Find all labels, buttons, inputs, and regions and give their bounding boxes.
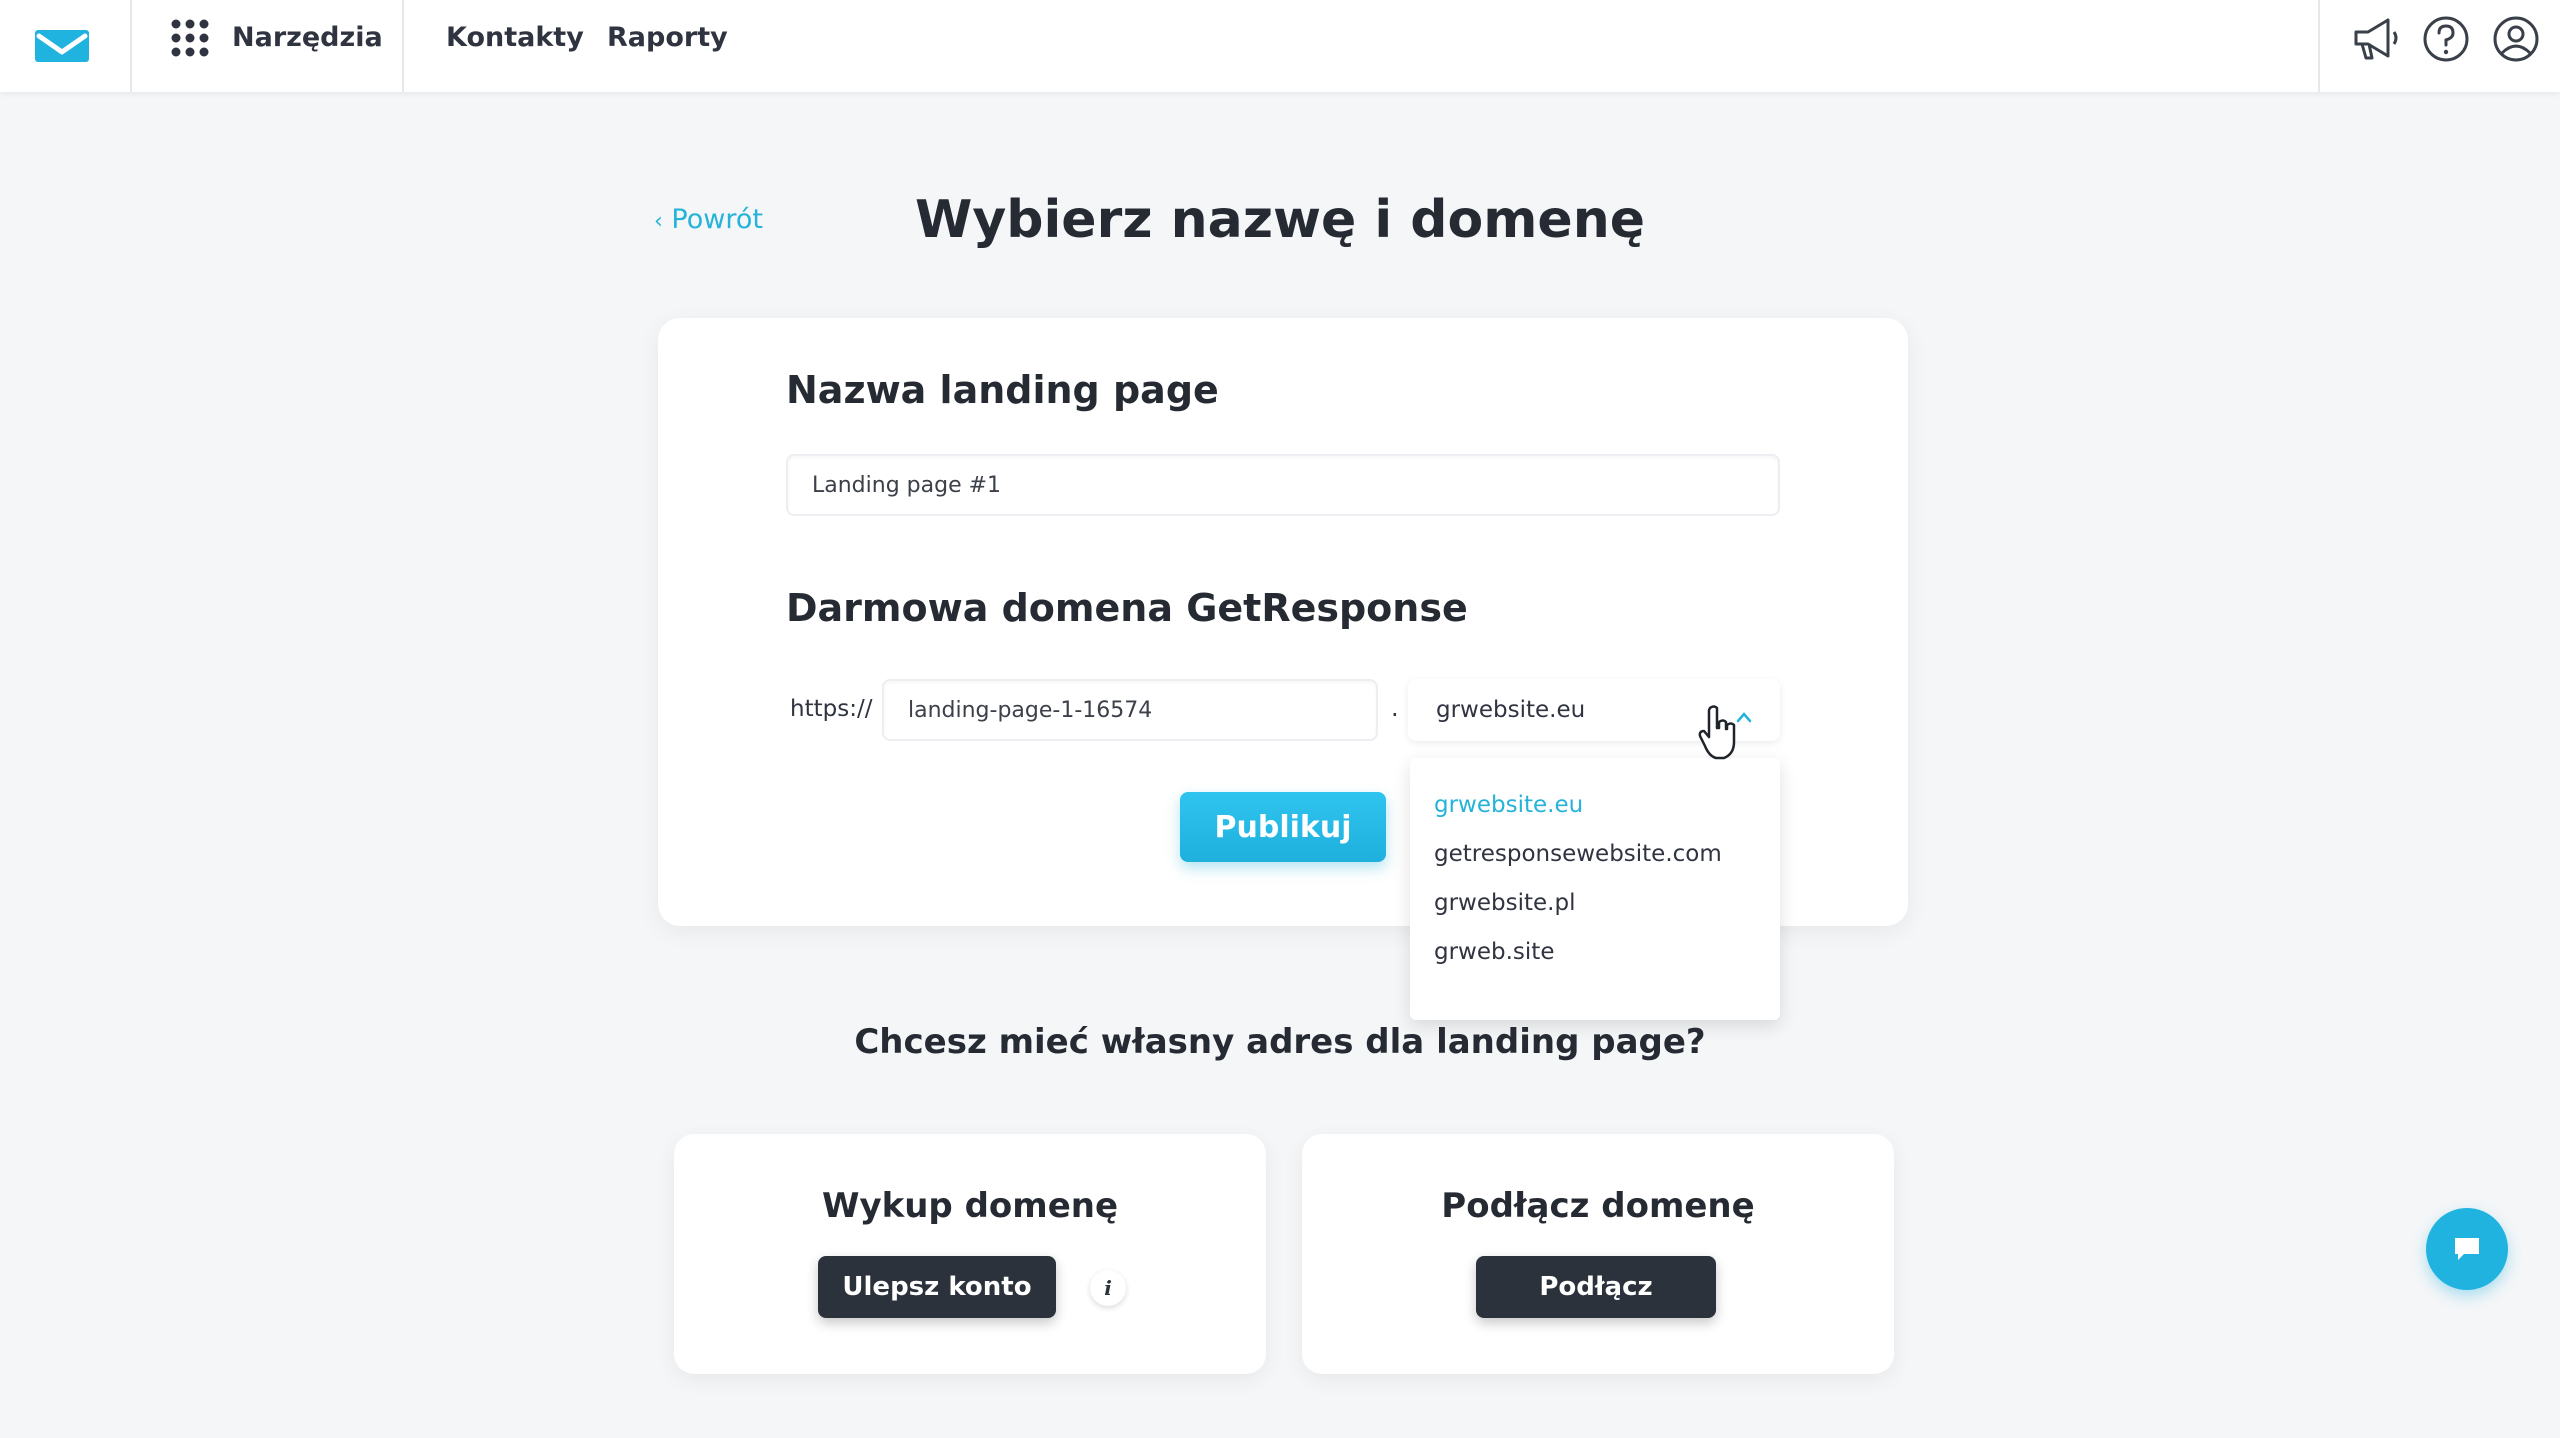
- https-prefix: https://: [790, 696, 873, 722]
- buy-domain-card: Wykup domenę Ulepsz konto i: [674, 1134, 1266, 1374]
- top-navigation-bar: Narzędzia Kontakty Raporty: [0, 0, 2560, 92]
- custom-domain-question: Chcesz mieć własny adres dla landing pag…: [854, 1022, 1706, 1062]
- megaphone-icon[interactable]: [2348, 12, 2402, 66]
- publish-button[interactable]: Publikuj: [1180, 792, 1386, 862]
- subdomain-input[interactable]: landing-page-1-16574: [882, 679, 1378, 741]
- domain-option[interactable]: getresponsewebsite.com: [1434, 841, 1722, 867]
- getresponse-logo-icon[interactable]: [30, 18, 94, 74]
- free-domain-title: Darmowa domena GetResponse: [786, 586, 1468, 630]
- page-title: Wybierz nazwę i domenę: [915, 190, 1645, 250]
- buy-domain-title: Wykup domenę: [821, 1186, 1119, 1226]
- connect-domain-card: Podłącz domenę Podłącz: [1302, 1134, 1894, 1374]
- nav-reports[interactable]: Raporty: [607, 22, 728, 53]
- domain-option[interactable]: grwebsite.pl: [1434, 890, 1575, 916]
- domain-option[interactable]: grwebsite.eu: [1434, 792, 1583, 818]
- domain-separator: .: [1391, 694, 1399, 722]
- info-icon[interactable]: i: [1090, 1270, 1126, 1306]
- user-account-icon[interactable]: [2489, 12, 2543, 66]
- upgrade-account-button[interactable]: Ulepsz konto: [818, 1256, 1056, 1318]
- nav-divider: [402, 0, 404, 92]
- nav-divider: [2318, 0, 2320, 92]
- domain-dropdown-menu: grwebsite.eu getresponsewebsite.com grwe…: [1410, 758, 1780, 1020]
- landing-name-title: Nazwa landing page: [786, 368, 1219, 412]
- domain-option[interactable]: grweb.site: [1434, 939, 1554, 965]
- hand-pointer-cursor-icon: [1696, 704, 1740, 762]
- help-icon[interactable]: [2419, 12, 2473, 66]
- apps-grid-icon[interactable]: [170, 18, 210, 58]
- connect-domain-title: Podłącz domenę: [1441, 1186, 1755, 1226]
- landing-name-input[interactable]: Landing page #1: [786, 454, 1780, 516]
- domain-select-value: grwebsite.eu: [1436, 697, 1586, 723]
- nav-divider: [130, 0, 132, 92]
- nav-contacts[interactable]: Kontakty: [446, 22, 584, 53]
- connect-button[interactable]: Podłącz: [1476, 1256, 1716, 1318]
- chat-icon[interactable]: [2426, 1208, 2508, 1290]
- nav-tools[interactable]: Narzędzia: [232, 22, 383, 53]
